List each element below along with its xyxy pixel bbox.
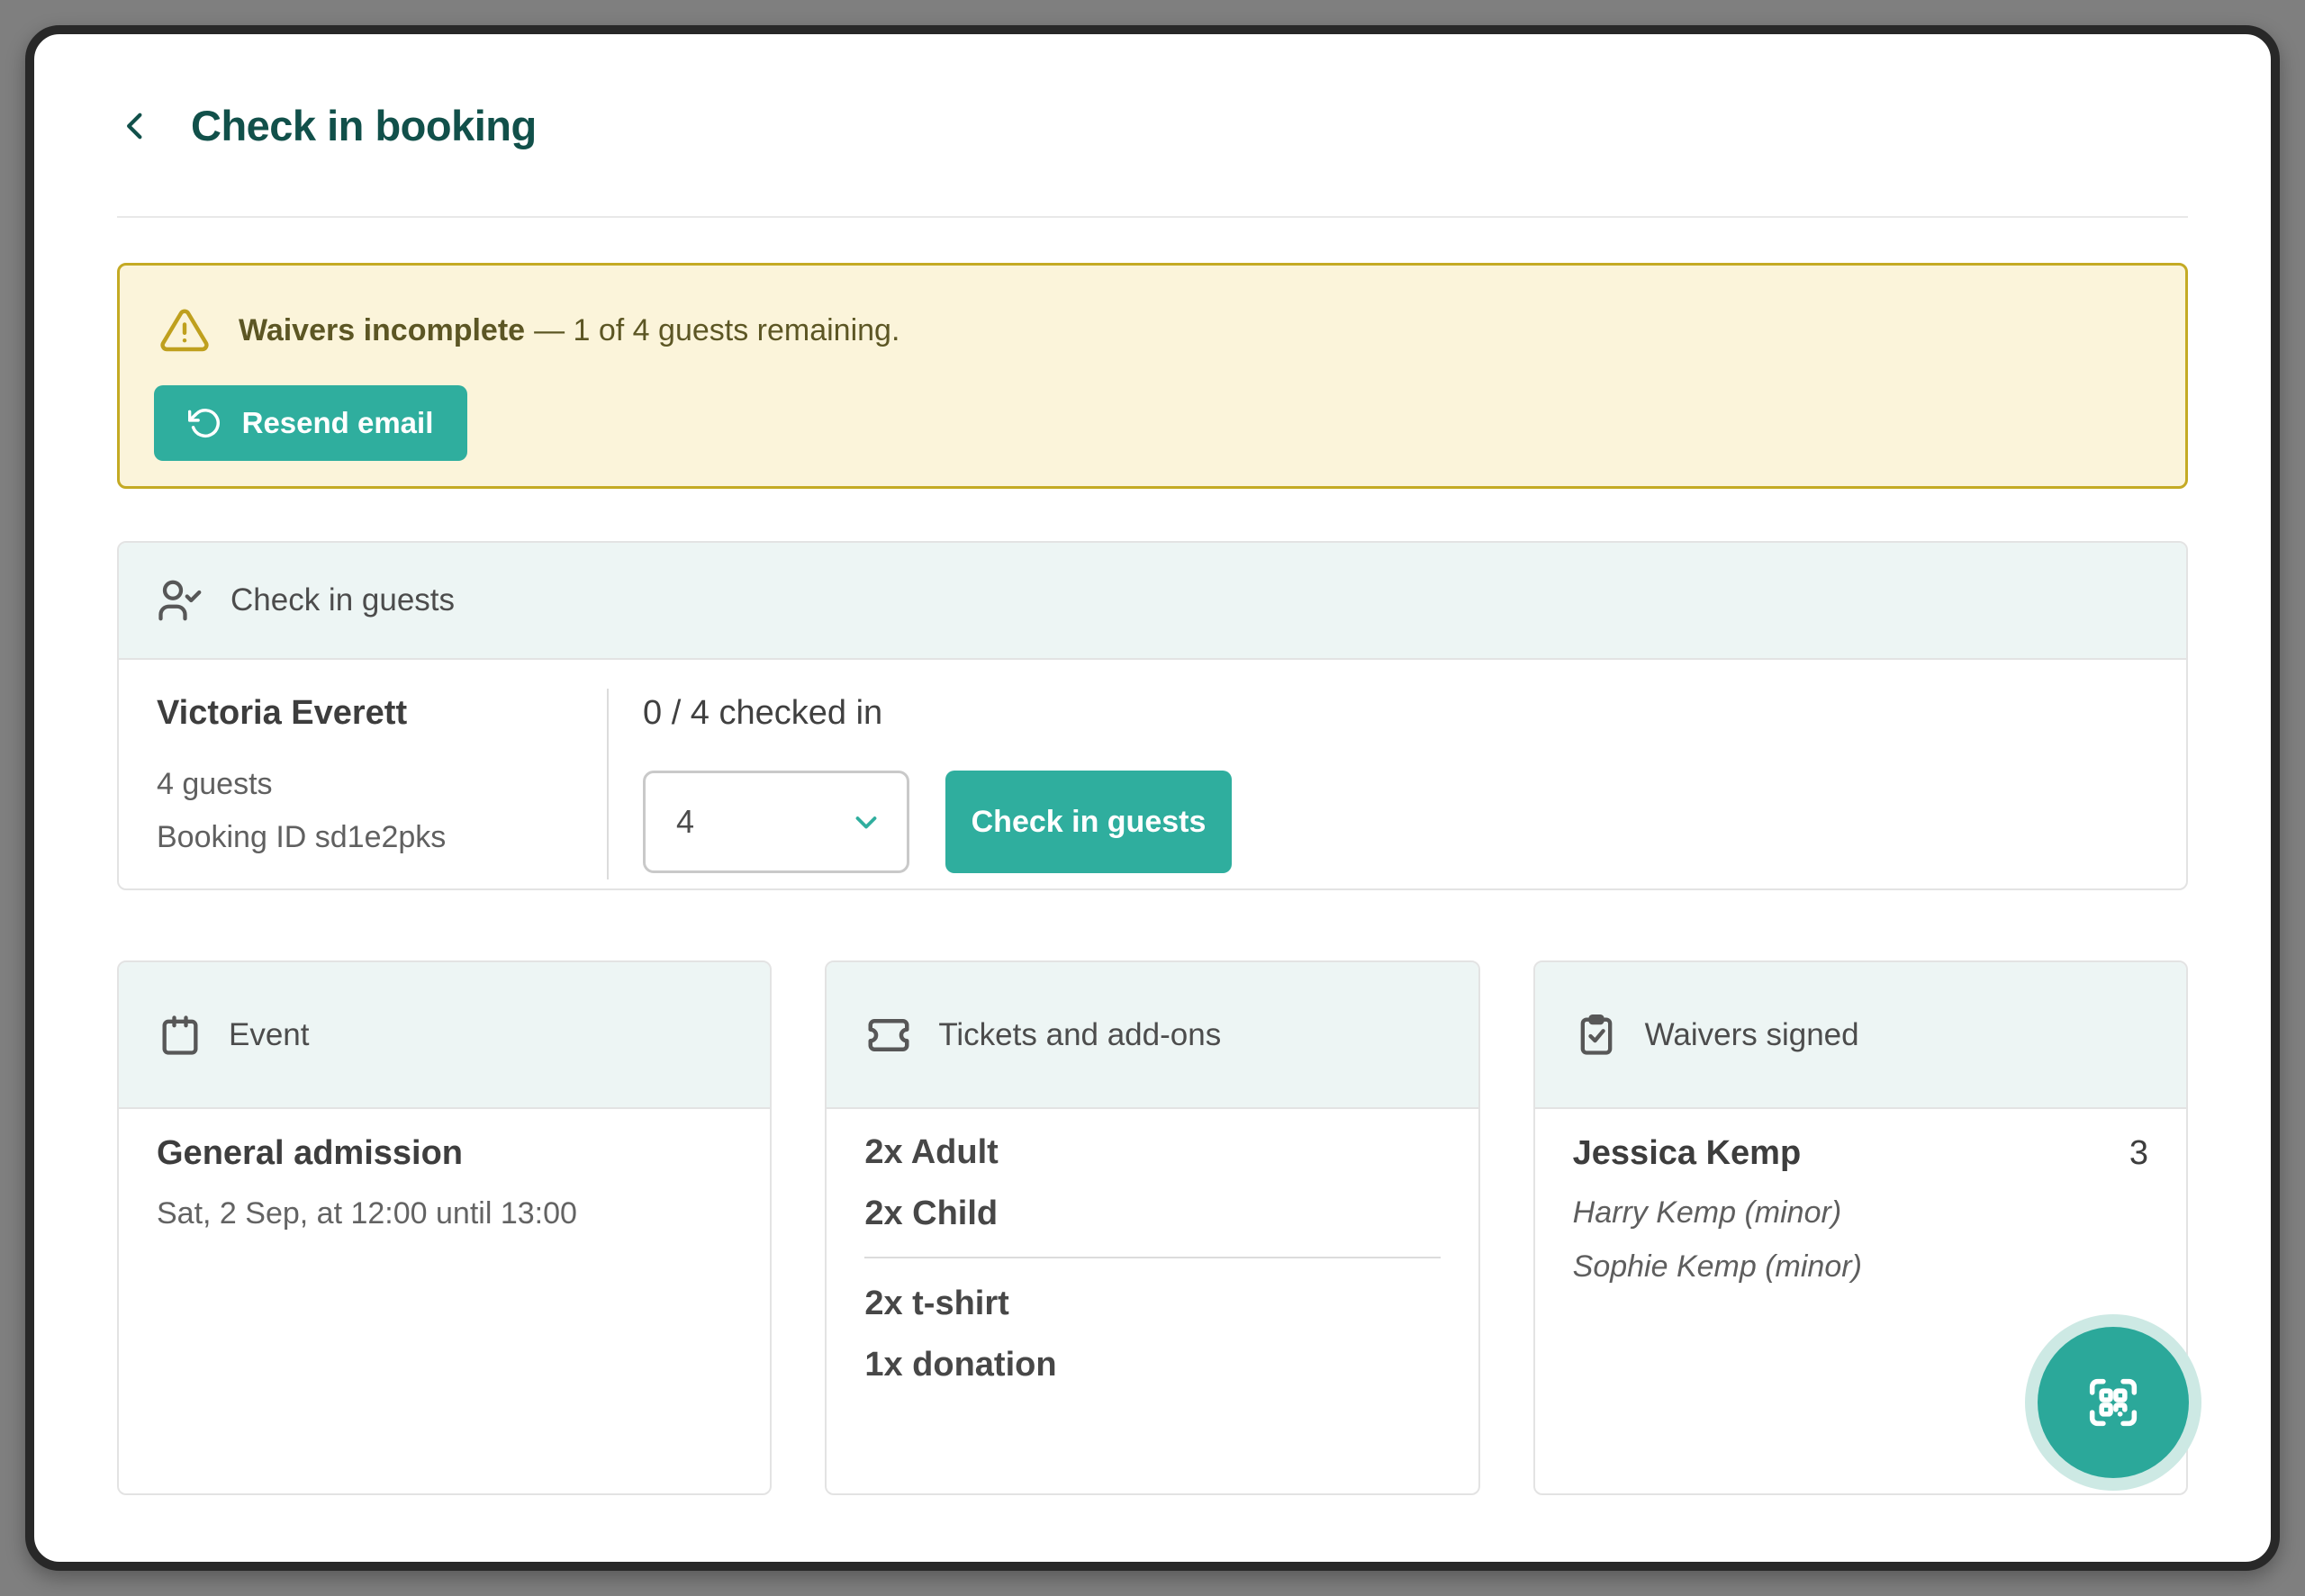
desktop-background: { "page": { "title": "Check in booking" … <box>0 0 2305 1596</box>
calendar-icon <box>157 1012 203 1059</box>
waiver-signer-name: Jessica Kemp <box>1573 1134 1802 1173</box>
guest-count: 4 guests <box>157 767 446 802</box>
waiver-minor: Sophie Kemp (minor) <box>1573 1247 2148 1286</box>
check-in-guests-button[interactable]: Check in guests <box>945 771 1232 873</box>
event-time: Sat, 2 Sep, at 12:00 until 13:00 <box>157 1196 732 1231</box>
addon-item: 2x t-shirt <box>864 1282 1440 1325</box>
page-title: Check in booking <box>191 101 537 150</box>
ticket-item: 2x Adult <box>864 1131 1440 1174</box>
resend-email-button[interactable]: Resend email <box>154 385 467 461</box>
resend-email-label: Resend email <box>242 406 434 440</box>
booking-id: Booking ID sd1e2pks <box>157 820 446 855</box>
checked-in-progress: 0 / 4 checked in <box>643 694 1232 733</box>
event-card: Event General admission Sat, 2 Sep, at 1… <box>117 960 772 1495</box>
guest-name: Victoria Everett <box>157 694 446 733</box>
back-button[interactable] <box>117 103 155 149</box>
qr-scan-button[interactable] <box>2038 1327 2189 1478</box>
waivers-card-body: Jessica Kemp 3 Harry Kemp (minor) Sophie… <box>1535 1109 2186 1286</box>
waiver-count: 3 <box>2129 1134 2148 1173</box>
header-divider <box>117 216 2188 218</box>
event-card-header: Event <box>119 962 770 1109</box>
warning-detail: — 1 of 4 guests remaining. <box>534 313 899 347</box>
chevron-down-icon <box>849 805 883 839</box>
guest-info: Victoria Everett 4 guests Booking ID sd1… <box>157 694 446 873</box>
qr-scan-icon <box>2082 1371 2145 1434</box>
check-in-controls: 0 / 4 checked in 4 Check in guests <box>643 694 1232 873</box>
chevron-left-icon <box>117 103 155 149</box>
waiver-signer-row: Jessica Kemp 3 <box>1573 1134 2148 1173</box>
warning-title: Waivers incomplete <box>239 313 525 347</box>
tickets-card-title: Tickets and add-ons <box>938 1017 1221 1053</box>
tickets-card: Tickets and add-ons 2x Adult 2x Child 2x… <box>825 960 1479 1495</box>
tickets-card-body: 2x Adult 2x Child 2x t-shirt 1x donation <box>827 1109 1478 1386</box>
tickets-divider <box>864 1257 1440 1258</box>
warning-message-row: Waivers incomplete — 1 of 4 guests remain… <box>159 305 899 356</box>
addon-item: 1x donation <box>864 1343 1440 1386</box>
check-in-guests-title: Check in guests <box>230 582 455 618</box>
check-in-actions-row: 4 Check in guests <box>643 771 1232 873</box>
clipboard-check-icon <box>1573 1012 1620 1059</box>
guest-count-select[interactable]: 4 <box>643 771 909 873</box>
page-header: Check in booking <box>117 101 537 150</box>
rotate-ccw-icon <box>188 406 222 440</box>
event-name: General admission <box>157 1134 732 1173</box>
event-card-body: General admission Sat, 2 Sep, at 12:00 u… <box>119 1109 770 1231</box>
check-in-guests-panel: Check in guests Victoria Everett 4 guest… <box>117 541 2188 890</box>
ticket-item: 2x Child <box>864 1192 1440 1235</box>
user-check-icon <box>157 576 205 625</box>
check-in-guests-header: Check in guests <box>119 543 2186 660</box>
ticket-icon <box>864 1011 913 1059</box>
booking-detail-cards: Event General admission Sat, 2 Sep, at 1… <box>117 960 2188 1495</box>
waivers-card-title: Waivers signed <box>1645 1017 1859 1053</box>
warning-text: Waivers incomplete — 1 of 4 guests remain… <box>239 313 899 348</box>
tickets-card-header: Tickets and add-ons <box>827 962 1478 1109</box>
waivers-card-header: Waivers signed <box>1535 962 2186 1109</box>
waivers-warning-banner: Waivers incomplete — 1 of 4 guests remain… <box>117 263 2188 489</box>
alert-triangle-icon <box>159 305 210 356</box>
check-in-guests-button-label: Check in guests <box>972 805 1207 840</box>
check-in-guests-body: Victoria Everett 4 guests Booking ID sd1… <box>119 660 2186 888</box>
check-in-booking-window: Check in booking Waivers incomplete — 1 o… <box>25 25 2280 1571</box>
guest-count-select-value: 4 <box>676 803 694 841</box>
event-card-title: Event <box>229 1017 310 1053</box>
vertical-divider <box>607 689 609 879</box>
waiver-minor: Harry Kemp (minor) <box>1573 1193 2148 1232</box>
